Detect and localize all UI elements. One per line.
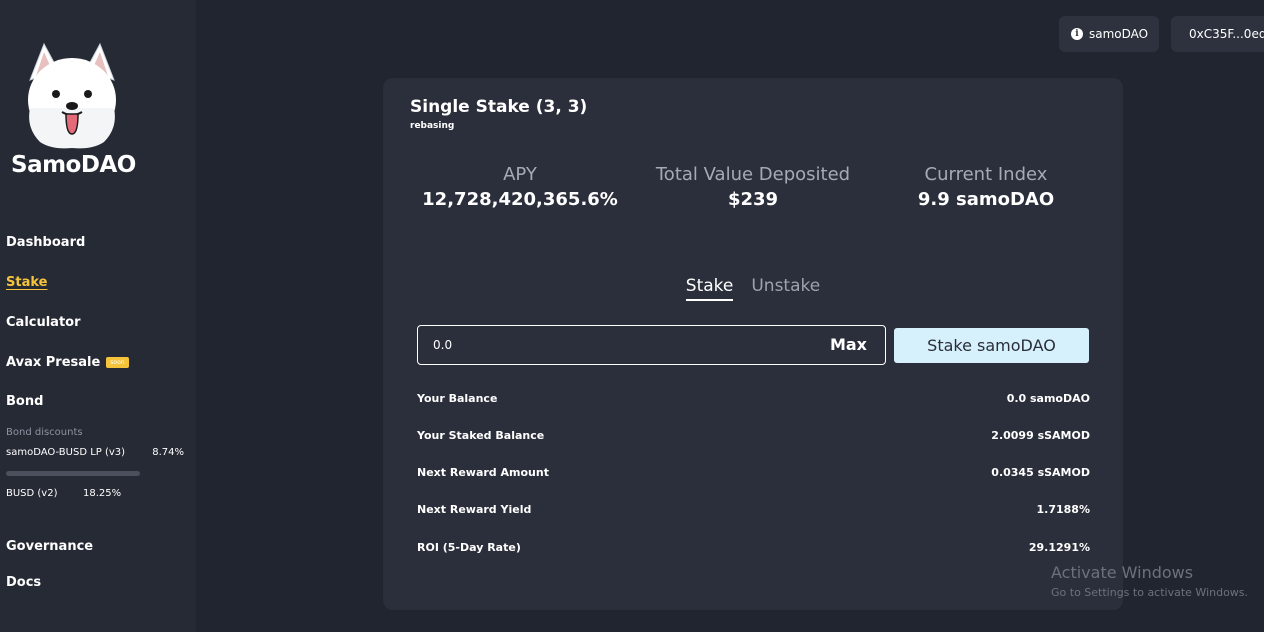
- soon-badge: soon: [106, 357, 129, 368]
- metric-apy: APY 12,728,420,365.6%: [410, 164, 630, 210]
- nav-item-calculator[interactable]: Calculator: [6, 315, 81, 330]
- nav-item-docs[interactable]: Docs: [6, 575, 41, 590]
- stat-label: Your Staked Balance: [417, 429, 545, 442]
- bond-item-name: BUSD (v2): [6, 488, 58, 499]
- bond-item-discount: 8.74%: [152, 447, 184, 458]
- nav-item-avax-presale-label: Avax Presale: [6, 355, 101, 370]
- stat-value: 2.0099 sSAMOD: [991, 429, 1090, 442]
- stat-label: ROI (5-Day Rate): [417, 541, 521, 554]
- bond-item-busd[interactable]: BUSD (v2) 18.25%: [6, 488, 184, 499]
- stat-value: 0.0345 sSAMOD: [991, 466, 1090, 479]
- stake-card: Single Stake (3, 3) rebasing APY 12,728,…: [383, 78, 1123, 610]
- stat-row-staked-balance: Your Staked Balance 2.0099 sSAMOD: [417, 429, 1090, 442]
- nav-item-bond[interactable]: Bond: [6, 394, 43, 409]
- stat-row-your-balance: Your Balance 0.0 samoDAO: [417, 392, 1090, 405]
- card-title: Single Stake (3, 3): [410, 97, 588, 117]
- metric-index-label: Current Index: [924, 164, 1048, 185]
- stat-value: 0.0 samoDAO: [1006, 392, 1090, 405]
- metric-index-value: 9.9 samoDAO: [917, 189, 1055, 210]
- info-icon: i: [1071, 28, 1083, 40]
- stat-label: Next Reward Yield: [417, 503, 532, 516]
- stat-row-next-reward-yield: Next Reward Yield 1.7188%: [417, 503, 1090, 516]
- stat-value: 1.7188%: [1036, 503, 1090, 516]
- metric-apy-label: APY: [503, 164, 537, 185]
- wallet-address-button[interactable]: 0xC35F...0ed: [1171, 16, 1264, 52]
- activate-windows-title: Activate Windows: [1051, 563, 1194, 582]
- bond-discounts-title: Bond discounts: [6, 427, 83, 438]
- card-subtitle: rebasing: [410, 121, 455, 131]
- samoyed-logo-icon[interactable]: [22, 38, 122, 150]
- bond-item-samodao-busd-lp[interactable]: samoDAO-BUSD LP (v3) 8.74%: [6, 447, 184, 458]
- tab-stake[interactable]: Stake: [685, 276, 734, 301]
- stat-label: Your Balance: [417, 392, 498, 405]
- activate-windows-subtitle: Go to Settings to activate Windows.: [1051, 586, 1249, 599]
- metric-apy-value: 12,728,420,365.6%: [422, 189, 618, 210]
- bond-item-discount: 18.25%: [83, 488, 122, 499]
- metric-total-value-deposited: Total Value Deposited $239: [638, 164, 868, 210]
- metric-current-index: Current Index 9.9 samoDAO: [886, 164, 1086, 210]
- stake-tabs: Stake Unstake: [383, 276, 1123, 301]
- amount-input-wrapper: Max: [417, 325, 886, 365]
- stat-label: Next Reward Amount: [417, 466, 549, 479]
- stake-submit-button[interactable]: Stake samoDAO: [894, 328, 1089, 363]
- stat-row-next-reward-amount: Next Reward Amount 0.0345 sSAMOD: [417, 466, 1090, 479]
- metric-tvd-value: $239: [727, 189, 779, 210]
- sidebar: SamoDAO Dashboard Stake Calculator Avax …: [0, 0, 196, 632]
- token-info-label: samoDAO: [1089, 27, 1149, 41]
- nav-item-stake[interactable]: Stake: [6, 275, 47, 290]
- bond-item-name: samoDAO-BUSD LP (v3): [6, 447, 126, 458]
- token-info-button[interactable]: i samoDAO: [1059, 16, 1159, 52]
- max-button[interactable]: Max: [830, 335, 867, 354]
- stat-value: 29.1291%: [1028, 541, 1090, 554]
- nav-item-governance[interactable]: Governance: [6, 539, 93, 554]
- wallet-address-label: 0xC35F...0ed: [1189, 27, 1264, 41]
- tab-unstake[interactable]: Unstake: [751, 276, 820, 301]
- nav-item-dashboard[interactable]: Dashboard: [6, 235, 85, 250]
- brand-name: SamoDAO: [11, 152, 136, 178]
- bond-progress-bar: [6, 471, 140, 476]
- amount-input[interactable]: [433, 326, 813, 363]
- nav-item-avax-presale[interactable]: Avax Presale soon: [6, 355, 129, 370]
- metric-tvd-label: Total Value Deposited: [655, 164, 851, 185]
- stat-row-roi: ROI (5-Day Rate) 29.1291%: [417, 541, 1090, 554]
